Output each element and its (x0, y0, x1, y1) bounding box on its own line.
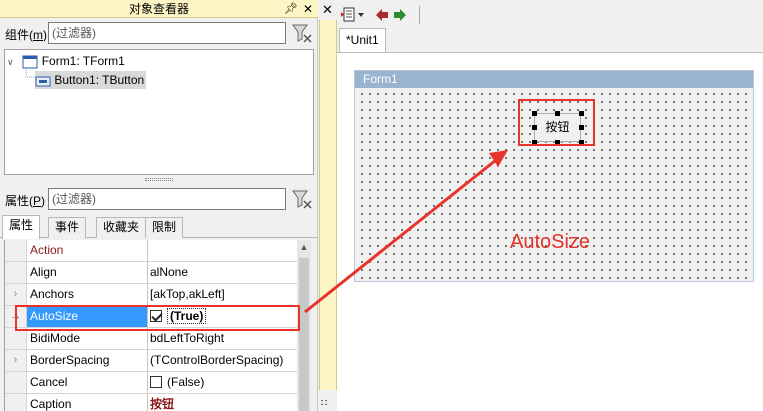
tab-unit1[interactable]: *Unit1 (339, 28, 386, 52)
back-arrow-icon[interactable] (375, 8, 389, 22)
annotation-label: AutoSize (510, 231, 591, 253)
form-icon (22, 55, 38, 69)
scroll-up-icon[interactable]: ▲ (297, 242, 311, 252)
inspector-title-bar: 对象查看器 📌︎ ✕ (0, 0, 318, 18)
button-icon (35, 76, 51, 87)
tab-favorites[interactable]: 收藏夹 (96, 217, 147, 238)
property-name: Align (27, 262, 148, 283)
properties-filter-input[interactable] (48, 188, 286, 210)
property-name: Caption (27, 394, 148, 411)
dock-strip: ✕ ∷ (319, 0, 337, 411)
property-value[interactable]: bdLeftToRight (148, 328, 298, 349)
properties-filter-row: 属性(P) (0, 186, 318, 212)
close-icon[interactable]: ✕ (322, 2, 333, 18)
property-row-cancel[interactable]: Cancel (False) (5, 372, 298, 394)
property-row-borderspacing[interactable]: › BorderSpacing (TControlBorderSpacing) (5, 350, 298, 372)
property-name: BorderSpacing (27, 350, 148, 371)
property-row-anchors[interactable]: › Anchors [akTop,akLeft] (5, 284, 298, 306)
property-row-caption[interactable]: Caption 按钮 (5, 394, 298, 411)
tab-events[interactable]: 事件 (48, 217, 87, 238)
inspector-tabs: 属性 事件 收藏夹 限制 (0, 215, 318, 239)
toolbar-separator (419, 6, 420, 24)
tree-node-button1[interactable]: Button1: TButton (35, 71, 147, 89)
chevron-right-icon[interactable]: › (5, 350, 27, 371)
document-dropdown-button[interactable] (341, 7, 365, 23)
form-designer: *Unit1 Form1 按钮 (337, 0, 763, 411)
components-filter-row: 组件(m) (0, 20, 318, 46)
scrollbar-thumb[interactable] (299, 258, 309, 411)
filter-clear-button[interactable] (290, 22, 314, 44)
close-icon[interactable]: ✕ (303, 0, 313, 18)
property-row-action[interactable]: Action (5, 240, 298, 262)
chevron-right-icon[interactable]: › (5, 284, 27, 305)
property-name: Cancel (27, 372, 148, 393)
tree-node-label: Button1: TButton (54, 73, 145, 87)
highlight-box-button (518, 99, 595, 146)
property-value[interactable]: [akTop,akLeft] (148, 284, 298, 305)
inspector-title: 对象查看器 (128, 2, 189, 16)
form1-caption: Form1 (355, 71, 753, 88)
tree-node-label: Form1: TForm1 (41, 54, 125, 68)
chevron-down-icon[interactable]: ∨ (7, 53, 19, 71)
property-name: Action (27, 240, 148, 261)
property-row-align[interactable]: Align alNone (5, 262, 298, 284)
property-value[interactable]: 按钮 (148, 394, 298, 411)
property-value[interactable]: (False) (148, 372, 298, 393)
panel-splitter[interactable] (145, 178, 173, 181)
property-row-bidimode[interactable]: BidiMode bdLeftToRight (5, 328, 298, 350)
cancel-checkbox[interactable] (150, 376, 162, 388)
components-filter-input[interactable] (48, 22, 286, 44)
tab-properties[interactable]: 属性 (2, 215, 41, 239)
designer-toolbar (337, 0, 763, 28)
components-label: 组件(m) (5, 28, 47, 42)
component-tree[interactable]: ∨ Form1: TForm1 Button1: TButton (4, 49, 314, 175)
property-name: Anchors (27, 284, 148, 305)
property-value[interactable]: alNone (148, 262, 298, 283)
object-inspector-panel: 对象查看器 📌︎ ✕ 组件(m) ∨ Form1: TForm1 (0, 0, 318, 411)
grip-icon[interactable]: ∷ (321, 398, 327, 409)
cancel-value-text: (False) (167, 375, 205, 389)
properties-label: 属性(P) (5, 194, 46, 208)
property-value[interactable] (148, 240, 298, 261)
pin-icon[interactable]: 📌︎ (284, 0, 298, 18)
dock-splitter[interactable] (319, 20, 337, 390)
tab-restricted[interactable]: 限制 (145, 217, 184, 238)
property-name: BidiMode (27, 328, 148, 349)
highlight-box-autosize-row (15, 305, 300, 331)
filter-clear-button[interactable] (290, 188, 314, 210)
property-value[interactable]: (TControlBorderSpacing) (148, 350, 298, 371)
forward-arrow-icon[interactable] (393, 8, 407, 22)
